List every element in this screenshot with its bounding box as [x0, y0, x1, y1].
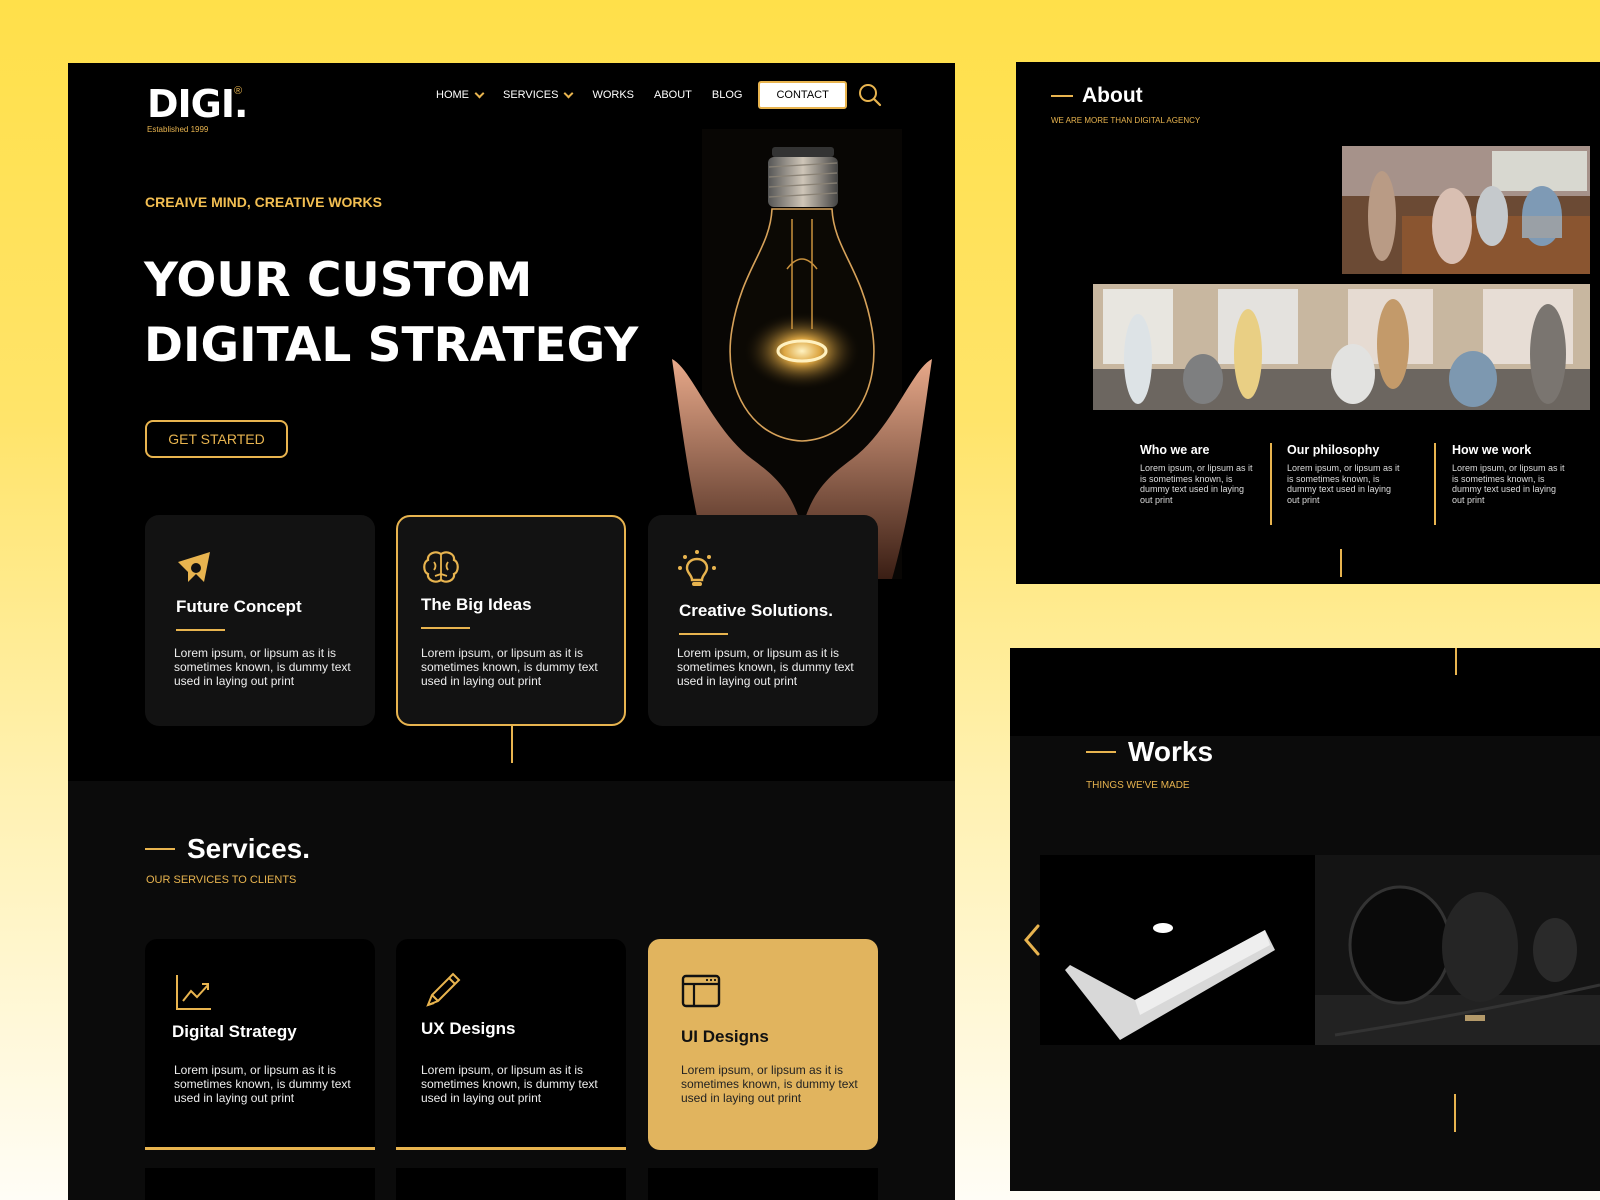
works-heading: Works	[1086, 736, 1213, 768]
about-title: About	[1082, 84, 1143, 107]
feature-underline	[176, 629, 225, 631]
feature-card-big-ideas[interactable]: The Big Ideas Lorem ipsum, or lipsum as …	[396, 515, 626, 726]
nav-home-label: HOME	[436, 89, 469, 101]
feature-underline	[421, 627, 470, 629]
logo-subtitle: Established 1999	[147, 125, 209, 134]
nav-blog[interactable]: BLOG	[712, 89, 743, 101]
services-subtitle: OUR SERVICES TO CLIENTS	[146, 874, 297, 886]
heading-dash	[1086, 751, 1116, 753]
connector-line	[511, 726, 513, 763]
brain-icon	[423, 551, 459, 583]
services-title: Services.	[187, 833, 310, 864]
feature-card-creative-solutions[interactable]: Creative Solutions. Lorem ipsum, or lips…	[648, 515, 878, 726]
service-card-stub	[145, 1168, 375, 1200]
column-divider	[1434, 443, 1436, 525]
hero-tagline: CREAIVE MIND, CREATIVE WORKS	[145, 194, 382, 210]
about-column-who-we-are: Who we are Lorem ipsum, or lipsum as it …	[1140, 443, 1258, 505]
service-title: Digital Strategy	[172, 1022, 297, 1041]
about-column-title: Who we are	[1140, 443, 1210, 457]
team-meeting-photo	[1342, 146, 1590, 274]
nav-services-label: SERVICES	[503, 89, 559, 101]
service-description: Lorem ipsum, or lipsum as it is sometime…	[421, 1063, 598, 1105]
services-heading: Services.	[145, 833, 310, 865]
contact-button[interactable]: CONTACT	[758, 81, 847, 109]
feature-description: Lorem ipsum, or lipsum as it is sometime…	[174, 646, 351, 688]
logo-text: DIGI.	[147, 82, 248, 126]
lightbulb-icon	[678, 550, 716, 586]
about-panel: About WE ARE MORE THAN DIGITAL AGENCY Wh…	[1016, 62, 1600, 584]
light-bulb-hero-image	[672, 129, 932, 579]
feature-title: Creative Solutions.	[679, 601, 833, 620]
service-card-stub	[396, 1168, 626, 1200]
browser-window-icon	[681, 974, 721, 1008]
feature-description: Lorem ipsum, or lipsum as it is sometime…	[421, 646, 598, 688]
about-column-description: Lorem ipsum, or lipsum as it is sometime…	[1140, 463, 1253, 505]
main-nav: HOME SERVICES WORKS ABOUT BLOG CONTACT	[436, 81, 847, 109]
service-description: Lorem ipsum, or lipsum as it is sometime…	[174, 1063, 351, 1105]
feature-title: Future Concept	[176, 597, 302, 616]
about-subtitle: WE ARE MORE THAN DIGITAL AGENCY	[1051, 116, 1201, 125]
connector-line	[1455, 648, 1457, 675]
paper-plane-icon	[178, 552, 210, 582]
about-heading: About	[1051, 84, 1143, 108]
heading-dash	[145, 848, 175, 850]
column-divider	[1270, 443, 1272, 525]
about-column-how-we-work: How we work Lorem ipsum, or lipsum as it…	[1452, 443, 1570, 505]
about-column-description: Lorem ipsum, or lipsum as it is sometime…	[1287, 463, 1400, 505]
works-panel: Works THINGS WE'VE MADE	[1010, 648, 1600, 1191]
hero-title-line2: DIGITAL STRATEGY	[144, 318, 639, 373]
connector-line	[1454, 1094, 1456, 1132]
feature-description: Lorem ipsum, or lipsum as it is sometime…	[677, 646, 854, 688]
works-subtitle: THINGS WE'VE MADE	[1086, 780, 1190, 791]
landing-page-panel: DIGI. ® Established 1999 HOME SERVICES W…	[68, 63, 955, 1200]
service-title: UI Designs	[681, 1027, 769, 1046]
feature-title: The Big Ideas	[421, 595, 532, 614]
feature-card-future-concept[interactable]: Future Concept Lorem ipsum, or lipsum as…	[145, 515, 375, 726]
work-item-laptop-photo[interactable]	[1040, 855, 1326, 1045]
search-icon[interactable]	[858, 83, 882, 107]
connector-line	[1340, 549, 1342, 577]
chart-trend-icon	[176, 975, 211, 1010]
nav-home[interactable]: HOME	[436, 88, 485, 101]
about-column-our-philosophy: Our philosophy Lorem ipsum, or lipsum as…	[1287, 443, 1405, 505]
nav-about[interactable]: ABOUT	[654, 89, 692, 101]
chevron-down-icon	[563, 88, 574, 98]
office-team-photo	[1093, 284, 1590, 410]
logo[interactable]: DIGI. ® Established 1999	[147, 82, 248, 134]
works-title: Works	[1128, 736, 1214, 767]
service-card-digital-strategy[interactable]: Digital Strategy Lorem ipsum, or lipsum …	[145, 939, 375, 1150]
chevron-left-icon[interactable]	[1022, 923, 1042, 957]
hero-title: YOUR CUSTOM DIGITAL STRATEGY	[144, 248, 638, 378]
about-column-title: Our philosophy	[1287, 443, 1380, 457]
service-card-ui-designs[interactable]: UI Designs Lorem ipsum, or lipsum as it …	[648, 939, 878, 1150]
service-title: UX Designs	[421, 1019, 516, 1038]
heading-dash	[1051, 95, 1073, 97]
service-card-stub	[648, 1168, 878, 1200]
work-item-headphones-photo[interactable]	[1315, 855, 1600, 1045]
feature-underline	[679, 633, 728, 635]
chevron-down-icon	[474, 88, 485, 98]
about-column-title: How we work	[1452, 443, 1532, 457]
registered-mark: ®	[234, 85, 243, 97]
nav-works[interactable]: WORKS	[592, 89, 634, 101]
hero-title-line1: YOUR CUSTOM	[144, 253, 533, 308]
about-column-description: Lorem ipsum, or lipsum as it is sometime…	[1452, 463, 1565, 505]
nav-services[interactable]: SERVICES	[503, 88, 574, 101]
service-card-ux-designs[interactable]: UX Designs Lorem ipsum, or lipsum as it …	[396, 939, 626, 1150]
service-description: Lorem ipsum, or lipsum as it is sometime…	[681, 1063, 858, 1105]
get-started-button[interactable]: GET STARTED	[145, 420, 288, 458]
pencil-icon	[426, 972, 461, 1007]
